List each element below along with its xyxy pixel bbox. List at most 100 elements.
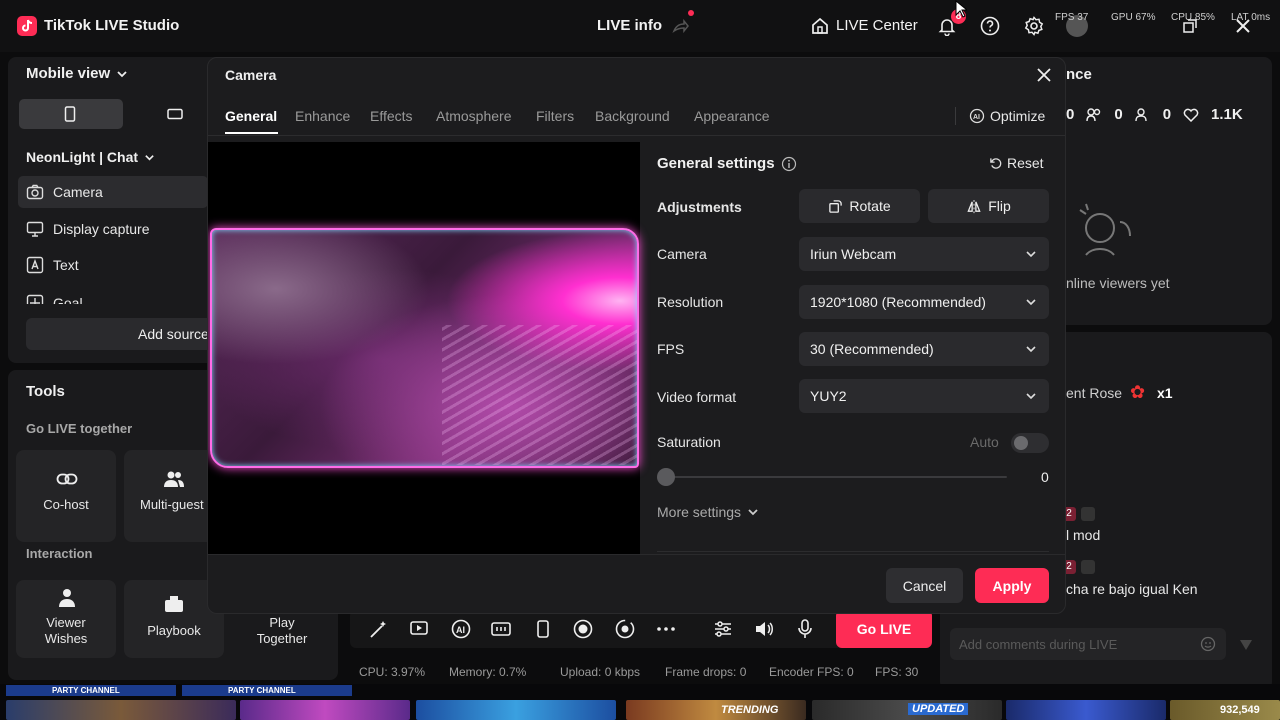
- playbook-label: Playbook: [147, 623, 201, 638]
- game-thumbnail[interactable]: [1006, 700, 1166, 720]
- source-label: Goal: [53, 295, 83, 304]
- game-thumbnail[interactable]: 932,549: [1170, 700, 1280, 720]
- close-app-icon[interactable]: [1234, 17, 1252, 35]
- close-dialog-icon[interactable]: [1036, 67, 1052, 83]
- game-thumbnail[interactable]: [240, 700, 410, 720]
- gpu-stat: GPU 67%: [1111, 12, 1156, 23]
- tab-bar-divider: [208, 135, 1065, 136]
- go-live-button[interactable]: Go LIVE: [836, 610, 932, 648]
- mouse-cursor: [955, 0, 967, 18]
- cohost-card[interactable]: Co-host: [16, 450, 116, 542]
- help-icon[interactable]: [980, 16, 1000, 36]
- fps-select[interactable]: 30 (Recommended): [799, 332, 1049, 366]
- media-icon[interactable]: [409, 618, 431, 640]
- chevron-down-icon: [1026, 346, 1036, 353]
- sliders-icon[interactable]: [712, 618, 734, 640]
- tab-divider: [955, 107, 956, 125]
- resolution-select[interactable]: 1920*1080 (Recommended): [799, 285, 1049, 319]
- camera-select[interactable]: Iriun Webcam: [799, 237, 1049, 271]
- game-thumbnail[interactable]: UPDATED: [812, 700, 1002, 720]
- reset-button[interactable]: Reset: [989, 155, 1044, 171]
- rotate-button[interactable]: Rotate: [799, 189, 920, 223]
- share-icon[interactable]: [671, 17, 689, 35]
- cohost-label: Co-host: [43, 497, 89, 512]
- memory-usage: Memory: 0.7%: [449, 665, 527, 679]
- view-mode-dropdown[interactable]: Mobile view: [26, 65, 128, 82]
- source-camera[interactable]: Camera: [18, 176, 103, 208]
- camera-preview: [208, 142, 640, 554]
- more-settings-toggle[interactable]: More settings: [657, 504, 759, 520]
- microphone-icon[interactable]: [794, 618, 816, 640]
- flip-button[interactable]: Flip: [928, 189, 1049, 223]
- magic-wand-icon[interactable]: [368, 618, 390, 640]
- svg-text:AI: AI: [973, 114, 980, 121]
- source-goal[interactable]: Goal: [18, 287, 83, 304]
- saturation-label: Saturation: [657, 434, 721, 450]
- viewer-wishes-icon: [59, 589, 75, 607]
- game-thumbnail[interactable]: TRENDING: [626, 700, 806, 720]
- saturation-slider[interactable]: [657, 468, 1007, 486]
- party-channel-tab[interactable]: PARTY CHANNEL: [6, 685, 176, 696]
- flip-icon: [967, 199, 981, 213]
- tab-filters[interactable]: Filters: [536, 108, 574, 124]
- tab-effects[interactable]: Effects: [370, 108, 413, 124]
- heart-icon: [1183, 108, 1199, 122]
- scene-selector[interactable]: NeonLight | Chat: [26, 149, 155, 165]
- cancel-button[interactable]: Cancel: [886, 568, 963, 603]
- auto-toggle[interactable]: [1011, 433, 1049, 453]
- replay-icon[interactable]: [614, 618, 636, 640]
- video-format-select[interactable]: YUY2: [799, 379, 1049, 413]
- tab-atmosphere[interactable]: Atmosphere: [436, 108, 511, 124]
- source-display-capture[interactable]: Display capture: [18, 213, 150, 245]
- game-thumbnail[interactable]: [416, 700, 616, 720]
- info-icon: [781, 156, 796, 171]
- home-icon[interactable]: [810, 16, 830, 36]
- preview-frame: [210, 228, 639, 468]
- slider-thumb[interactable]: [657, 468, 675, 486]
- top-bar: TikTok LIVE Studio LIVE info LIVE Center…: [0, 0, 1280, 52]
- comment-input[interactable]: Add comments during LIVE: [950, 628, 1226, 660]
- tab-appearance[interactable]: Appearance: [694, 108, 770, 124]
- tab-general[interactable]: General: [225, 108, 277, 124]
- effects-icon[interactable]: [490, 618, 512, 640]
- comment-text: cha re bajo igual Ken: [1066, 581, 1198, 597]
- send-icon[interactable]: [1238, 637, 1254, 653]
- tools-title: Tools: [26, 383, 65, 400]
- optimize-button[interactable]: AI Optimize: [969, 108, 1045, 124]
- chevron-down-icon: [117, 70, 127, 77]
- chevron-down-icon: [145, 154, 154, 161]
- add-source-label: Add source: [138, 326, 209, 342]
- phone-icon[interactable]: [532, 618, 554, 640]
- apply-button[interactable]: Apply: [975, 568, 1049, 603]
- source-label: Text: [53, 257, 79, 273]
- landscape-icon: [167, 108, 183, 120]
- speaker-icon[interactable]: [753, 618, 775, 640]
- party-channel-tab[interactable]: PARTY CHANNEL: [182, 685, 352, 696]
- apply-label: Apply: [992, 578, 1032, 594]
- portrait-toggle[interactable]: [19, 99, 123, 129]
- source-text[interactable]: Text: [18, 249, 79, 281]
- popout-icon[interactable]: [1182, 18, 1198, 34]
- source-goal-clip: Goal: [18, 287, 208, 304]
- ai-icon[interactable]: AI: [450, 618, 472, 640]
- toggle-knob: [1014, 436, 1028, 450]
- more-settings-label: More settings: [657, 504, 742, 520]
- footer-divider: [208, 554, 1065, 555]
- tab-enhance[interactable]: Enhance: [295, 108, 350, 124]
- chevron-down-icon: [1026, 299, 1036, 306]
- flip-label: Flip: [988, 198, 1011, 214]
- tab-background[interactable]: Background: [595, 108, 670, 124]
- live-info-button[interactable]: LIVE info: [597, 17, 662, 34]
- settings-icon[interactable]: [1024, 16, 1044, 36]
- multiguest-card[interactable]: Multi-guest: [124, 450, 208, 542]
- empty-viewers-icon: [1076, 200, 1142, 260]
- record-icon[interactable]: [572, 618, 594, 640]
- trending-label: TRENDING: [721, 704, 779, 716]
- resolution-value: 1920*1080 (Recommended): [810, 294, 986, 310]
- viewer-wishes-card[interactable]: Viewer Wishes: [16, 580, 116, 658]
- live-center-button[interactable]: LIVE Center: [836, 17, 918, 34]
- view-mode-label: Mobile view: [26, 65, 111, 82]
- more-icon[interactable]: [655, 618, 677, 640]
- game-thumbnail[interactable]: [6, 700, 236, 720]
- auto-label: Auto: [970, 434, 999, 450]
